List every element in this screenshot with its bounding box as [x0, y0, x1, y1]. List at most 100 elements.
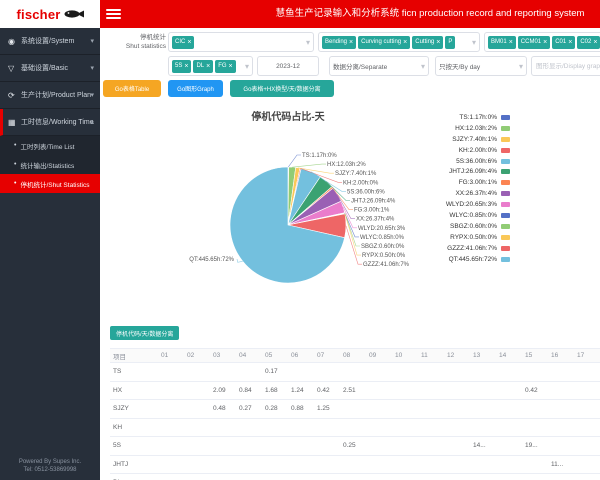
legend-item-HX[interactable]: HX:12.03h:2%	[418, 123, 510, 134]
row-name: JHTJ	[110, 455, 158, 474]
table-col-header: 07	[314, 349, 340, 363]
pie-label-QT: QT:445.65h:72%	[189, 257, 234, 263]
table-col-header: 12	[444, 349, 470, 363]
row-name: KH	[110, 418, 158, 437]
table-cell	[210, 437, 236, 456]
pie-leader-line	[292, 164, 326, 167]
sidebar-nav: ◉系统设置/System▾▽基础设置/Basic▾⟳生产计划/Product P…	[0, 28, 100, 480]
table-col-header: 16	[548, 349, 574, 363]
pie-label-WLYC: WLYC:0.85h:0%	[360, 235, 405, 241]
table-cell	[496, 400, 522, 419]
table-cell: 19...	[522, 437, 548, 456]
table-cell: 1.68	[262, 381, 288, 400]
sidebar-subitem-label: 工时列表/Time List	[20, 141, 74, 151]
table-cell	[392, 437, 418, 456]
table-cell	[288, 363, 314, 382]
legend-swatch	[501, 213, 510, 218]
table-cell	[236, 455, 262, 474]
pie-label-HX: HX:12.03h:2%	[327, 162, 366, 168]
table-col-header: 15	[522, 349, 548, 363]
legend-item-RYPX[interactable]: RYPX:0.50h:0%	[418, 232, 510, 243]
legend-item-WLYC[interactable]: WLYC:0.85h:0%	[418, 210, 510, 221]
legend-item-QT[interactable]: QT:445.65h:72%	[418, 254, 510, 265]
table-cell	[392, 381, 418, 400]
row-name: DL	[110, 474, 158, 480]
sidebar-subitem-shut-statistics[interactable]: •停机统计/Shut Statistics	[0, 174, 100, 193]
table-cell	[470, 455, 496, 474]
hamburger-menu-icon[interactable]	[106, 6, 121, 21]
table-col-header: 13	[470, 349, 496, 363]
table-col-header: 04	[236, 349, 262, 363]
legend-item-XX[interactable]: XX:26.37h:4%	[418, 188, 510, 199]
sidebar-item-basic[interactable]: ▽基础设置/Basic▾	[0, 55, 100, 82]
fischer-logo-text: fischer	[16, 7, 60, 22]
table-cell: 0.42	[522, 381, 548, 400]
sidebar-subitem-statistics[interactable]: •统计输出/Statistics	[0, 155, 100, 174]
table-cell	[392, 455, 418, 474]
table-cell	[262, 474, 288, 480]
table-cell	[366, 381, 392, 400]
sidebar-subitem-time-list[interactable]: •工时列表/Time List	[0, 136, 100, 155]
table-cell	[340, 474, 366, 480]
legend-item-SBGZ[interactable]: SBGZ:0.60h:0%	[418, 221, 510, 232]
table-cell: 2.51	[340, 381, 366, 400]
table-cell	[158, 437, 184, 456]
table-row-KH: KH	[110, 418, 600, 437]
table-cell	[496, 418, 522, 437]
legend-item-WLYD[interactable]: WLYD:20.65h:3%	[418, 199, 510, 210]
table-cell	[548, 363, 574, 382]
table-cell	[184, 455, 210, 474]
sidebar-item-system[interactable]: ◉系统设置/System▾	[0, 28, 100, 55]
table-cell: 1.25	[314, 400, 340, 419]
legend-item-FG[interactable]: FG:3.00h:1%	[418, 177, 510, 188]
sidebar-item-label: 工时信息/Working Time	[21, 117, 94, 127]
table-row-DL: DL	[110, 474, 600, 480]
table-col-header: 08	[340, 349, 366, 363]
legend-label: WLYD:20.65h:3%	[446, 201, 497, 208]
table-cell	[236, 437, 262, 456]
table-col-header: 05	[262, 349, 288, 363]
table-cell	[470, 381, 496, 400]
legend-item-JHTJ[interactable]: JHTJ:26.09h:4%	[418, 166, 510, 177]
legend-label: WLYC:0.85h:0%	[449, 212, 497, 219]
table-cell	[470, 474, 496, 480]
legend-item-SJZY[interactable]: SJZY:7.40h:1%	[418, 134, 510, 145]
table-cell	[184, 418, 210, 437]
table-cell	[418, 400, 444, 419]
sidebar-submenu: •工时列表/Time List•统计输出/Statistics•停机统计/Shu…	[0, 136, 100, 193]
table-cell: 0.42	[314, 381, 340, 400]
legend-label: SBGZ:0.60h:0%	[450, 223, 497, 230]
legend-swatch	[501, 246, 510, 251]
table-cell	[262, 418, 288, 437]
sidebar-item-working-time[interactable]: ▦工时信息/Working Time▴	[0, 109, 100, 136]
table-cell: 0.84	[236, 381, 262, 400]
legend-item-5S[interactable]: 5S:36.00h:6%	[418, 156, 510, 167]
legend-label: QT:445.65h:72%	[449, 256, 497, 263]
sidebar-item-product-plan[interactable]: ⟳生产计划/Product Plan▾	[0, 82, 100, 109]
table-cell	[496, 474, 522, 480]
legend-swatch	[501, 224, 510, 229]
legend-item-KH[interactable]: KH:2.00h:0%	[418, 145, 510, 156]
legend-swatch	[501, 148, 510, 153]
section-button[interactable]: 停机代码/天/数据分离	[110, 326, 179, 340]
legend-item-GZZZ[interactable]: GZZZ:41.06h:7%	[418, 243, 510, 254]
legend-label: GZZZ:41.06h:7%	[447, 245, 497, 252]
powered-by-line1: Powered By Supes Inc.	[0, 458, 100, 466]
table-cell	[366, 363, 392, 382]
table-cell	[522, 418, 548, 437]
sidebar-item-label: 生产计划/Product Plan	[21, 90, 91, 100]
table-cell	[158, 474, 184, 480]
row-name: 5S	[110, 437, 158, 456]
pie-label-JHTJ: JHTJ:26.09h:4%	[351, 199, 396, 205]
table-col-header: 03	[210, 349, 236, 363]
legend-label: 5S:36.00h:6%	[456, 158, 497, 165]
table-cell	[210, 455, 236, 474]
table-row-JHTJ: JHTJ11...	[110, 455, 600, 474]
app-title: 慧鱼生产记录输入和分析系统 ficn production record and…	[270, 0, 590, 28]
table-row-HX: HX2.090.841.681.240.422.510.42	[110, 381, 600, 400]
table-cell	[522, 363, 548, 382]
table-cell	[262, 437, 288, 456]
app-window: fischer 慧鱼生产记录输入和分析系统 ficn production re…	[0, 0, 600, 480]
pie-label-TS: TS:1.17h:0%	[302, 153, 337, 159]
legend-item-TS[interactable]: TS:1.17h:0%	[418, 112, 510, 123]
